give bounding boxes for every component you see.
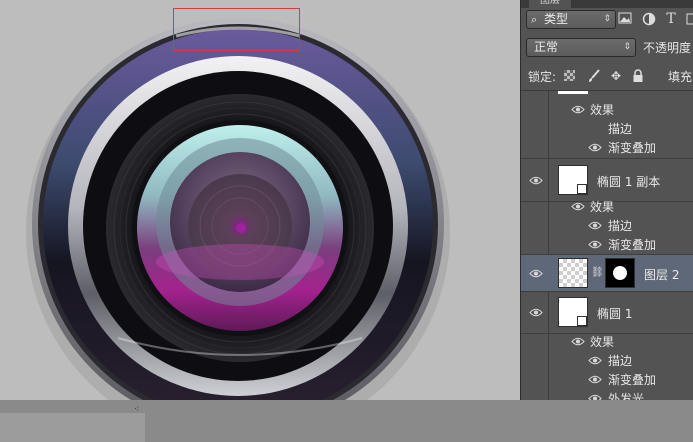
camera-lens-artwork	[26, 18, 450, 442]
layer-row-layer2[interactable]: ⛓ 图层 2	[521, 254, 693, 292]
layer-filter-select[interactable]: ⌕ 类型 ⇕	[526, 10, 616, 29]
effect-stroke-row[interactable]: 描边	[521, 216, 693, 235]
eye-icon[interactable]	[571, 337, 585, 346]
effect-gradient-overlay-label: 渐变叠加	[608, 141, 657, 155]
eye-icon[interactable]	[571, 202, 585, 211]
layer-row-ellipse1-copy[interactable]: 椭圆 1 副本	[521, 158, 693, 202]
effect-stroke-label: 描边	[608, 354, 633, 368]
status-bar	[0, 400, 693, 442]
effect-stroke-row[interactable]: 描边	[521, 119, 693, 138]
fill-label: 填充	[668, 70, 693, 84]
layer-name[interactable]: 图层 2	[644, 266, 679, 283]
opacity-label: 不透明度	[643, 41, 692, 55]
effects-row[interactable]: 效果	[521, 100, 693, 119]
eye-icon[interactable]	[588, 356, 602, 365]
layer-name[interactable]: 椭圆 1 副本	[597, 173, 660, 190]
image-filter-icon[interactable]	[618, 12, 632, 26]
lock-all-icon[interactable]	[631, 69, 645, 83]
eye-icon[interactable]	[588, 221, 602, 230]
layer-name[interactable]: 椭圆 1	[597, 305, 632, 322]
lens-center-dot	[236, 223, 246, 233]
effect-gradient-overlay-label: 渐变叠加	[608, 373, 657, 387]
blend-mode-value: 正常	[534, 40, 559, 54]
layers-list[interactable]: 效果 描边 渐变叠加 椭圆 1 副本 效果 描边 渐变叠加 ⛓ 图层 2 椭圆 …	[521, 91, 693, 400]
search-icon: ⌕	[531, 13, 538, 26]
lock-row: 锁定: ✥ 填充	[521, 62, 693, 91]
shape-filter-icon[interactable]	[684, 12, 693, 26]
effects-row[interactable]: 效果	[521, 197, 693, 216]
eye-icon[interactable]	[588, 394, 602, 400]
effect-stroke-row[interactable]: 描边	[521, 351, 693, 370]
lock-transparent-pixels-icon[interactable]	[564, 70, 575, 81]
document-canvas[interactable]	[0, 0, 520, 442]
mask-link-chain-icon[interactable]: ⛓	[591, 267, 604, 278]
effect-outer-glow-label: 外发光	[608, 392, 645, 400]
effect-stroke-label: 描边	[608, 122, 633, 136]
tab-layers[interactable]: 图层	[529, 0, 571, 8]
effects-row[interactable]: 效果	[521, 332, 693, 351]
layer-thumbnail	[558, 258, 588, 288]
layer-filter-label: 类型	[544, 12, 569, 26]
shape-layer-badge-icon	[577, 184, 587, 194]
eye-icon[interactable]	[588, 240, 602, 249]
effect-gradient-overlay-row[interactable]: 渐变叠加	[521, 370, 693, 389]
effect-gradient-overlay-label: 渐变叠加	[608, 238, 657, 252]
lock-label: 锁定:	[528, 70, 557, 84]
lock-image-pixels-brush-icon[interactable]	[587, 69, 601, 83]
eye-icon[interactable]	[571, 105, 585, 114]
effects-label: 效果	[590, 103, 615, 117]
type-filter-icon[interactable]: T	[664, 12, 678, 26]
resize-handle-icon[interactable]: ⁖	[134, 405, 139, 415]
eye-icon[interactable]	[588, 143, 602, 152]
adjustment-filter-icon[interactable]	[642, 12, 656, 26]
eye-icon[interactable]	[529, 308, 543, 317]
updown-arrow-icon: ⇕	[603, 14, 611, 24]
eye-icon[interactable]	[529, 269, 543, 278]
effect-outer-glow-row[interactable]: 外发光	[521, 389, 693, 400]
blend-mode-select[interactable]: 正常 ⇕	[526, 38, 636, 57]
layers-panel: 图层 ⌕ 类型 ⇕ T 正常 ⇕ 不透明度 锁定: ✥ 填充 效果 描边 渐变叠…	[520, 0, 693, 400]
layer-mask-thumbnail[interactable]	[605, 258, 635, 288]
effect-gradient-overlay-row[interactable]: 渐变叠加	[521, 138, 693, 157]
lock-position-move-icon[interactable]: ✥	[609, 69, 623, 83]
effects-label: 效果	[590, 200, 615, 214]
effect-gradient-overlay-row[interactable]: 渐变叠加	[521, 235, 693, 254]
selection-rectangle[interactable]	[173, 8, 300, 51]
layer-row-ellipse1[interactable]: 椭圆 1	[521, 292, 693, 334]
effect-stroke-label: 描边	[608, 219, 633, 233]
eye-icon[interactable]	[529, 176, 543, 185]
updown-arrow-icon: ⇕	[623, 42, 631, 52]
eye-icon[interactable]	[588, 375, 602, 384]
shape-layer-badge-icon	[577, 316, 587, 326]
status-bar-left-strip	[0, 413, 145, 442]
effects-label: 效果	[590, 335, 615, 349]
layer-thumbnail-partial	[558, 91, 588, 94]
